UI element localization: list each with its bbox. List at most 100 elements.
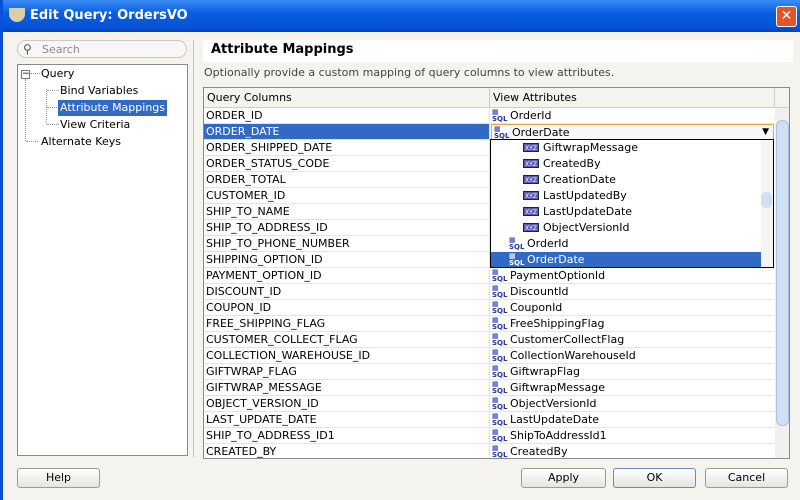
dropdown-option-label: CreatedBy (543, 157, 601, 170)
query-column-cell[interactable]: ORDER_TOTAL (204, 172, 490, 188)
search-placeholder: Search (42, 43, 80, 56)
dropdown-option-label: OrderId (527, 237, 569, 250)
search-icon: ⚲ (23, 42, 32, 56)
query-column-cell[interactable]: FREE_SHIPPING_FLAG (204, 316, 490, 332)
dropdown-option[interactable]: XYZ GiftwrapMessage (491, 140, 761, 156)
query-column-cell[interactable]: CREATED_BY (204, 444, 490, 458)
splitter[interactable] (193, 40, 194, 457)
dropdown-option[interactable]: XYZ CreatedBy (491, 156, 761, 172)
query-column-cell[interactable]: COUPON_ID (204, 300, 490, 316)
sql-attribute-icon: ▦ SQL (492, 428, 508, 443)
sql-attribute-icon: ▦ SQL (492, 300, 508, 315)
sql-attribute-icon: ▦ SQL (492, 380, 508, 395)
view-attribute-cell[interactable]: ▦ SQL ObjectVersionId (490, 396, 774, 412)
view-attribute-cell[interactable]: ▦ SQL CouponId (490, 300, 774, 316)
table-row[interactable]: GIFTWRAP_FLAG ▦ SQL GiftwrapFlag (204, 364, 774, 380)
apply-button[interactable]: Apply (521, 468, 606, 488)
scrollbar-thumb[interactable] (776, 120, 789, 426)
view-attribute-cell[interactable]: ▦ SQL CreatedBy (490, 444, 774, 459)
view-attribute-cell[interactable]: ▦ SQL ShipToAddressId1 (490, 428, 774, 444)
table-row[interactable]: CUSTOMER_COLLECT_FLAG ▦ SQL CustomerCollect… (204, 332, 774, 348)
query-column-cell[interactable]: SHIP_TO_ADDRESS_ID1 (204, 428, 490, 444)
panel-title: Attribute Mappings (203, 40, 793, 62)
view-attribute-label: CustomerCollectFlag (510, 333, 625, 346)
dropdown-option[interactable]: XYZ ObjectVersionId (491, 220, 761, 236)
query-column-cell[interactable]: SHIP_TO_NAME (204, 204, 490, 220)
table-scrollbar[interactable] (775, 108, 789, 458)
help-button[interactable]: Help (17, 468, 100, 488)
query-column-cell[interactable]: GIFTWRAP_FLAG (204, 364, 490, 380)
attribute-xyz-icon: XYZ (523, 175, 539, 184)
tree-item-bind-variables[interactable]: Bind Variables (58, 83, 140, 99)
view-attribute-label: DiscountId (510, 285, 569, 298)
table-row[interactable]: OBJECT_VERSION_ID ▦ SQL ObjectVersionId (204, 396, 774, 412)
table-row[interactable]: ORDER_ID ▦ SQL OrderId (204, 108, 774, 124)
title-bar: Edit Query: OrdersVO ✕ (3, 0, 800, 32)
tree-item-alternate-keys[interactable]: Alternate Keys (39, 134, 123, 150)
view-attribute-cell[interactable]: ▦ SQL OrderId (490, 108, 774, 124)
ok-button[interactable]: OK (613, 468, 696, 488)
query-column-cell[interactable]: ORDER_STATUS_CODE (204, 156, 490, 172)
dropdown-option[interactable]: XYZ CreationDate (491, 172, 761, 188)
tree-item-attribute-mappings[interactable]: Attribute Mappings (58, 100, 168, 116)
view-attribute-label: ObjectVersionId (510, 397, 597, 410)
dropdown-option[interactable]: ▦ SQL OrderDate (491, 252, 761, 267)
attribute-xyz-icon: XYZ (523, 143, 539, 152)
app-cup-icon (9, 8, 25, 22)
sql-attribute-icon: ▦ SQL (509, 252, 525, 267)
table-row[interactable]: COLLECTION_WAREHOUSE_ID ▦ SQL CollectionWar… (204, 348, 774, 364)
column-header-view-attributes[interactable]: View Attributes (490, 88, 775, 108)
query-column-cell[interactable]: ORDER_SHIPPED_DATE (204, 140, 490, 156)
query-column-cell[interactable]: COLLECTION_WAREHOUSE_ID (204, 348, 490, 364)
query-column-cell[interactable]: CUSTOMER_ID (204, 188, 490, 204)
close-button[interactable]: ✕ (776, 6, 797, 27)
dropdown-option[interactable]: XYZ LastUpdatedBy (491, 188, 761, 204)
view-attribute-cell[interactable]: ▦ SQL FreeShippingFlag (490, 316, 774, 332)
table-row[interactable]: COUPON_ID ▦ SQL CouponId (204, 300, 774, 316)
sql-attribute-icon: ▦ SQL (509, 236, 525, 251)
query-column-cell[interactable]: ORDER_ID (204, 108, 490, 124)
tree-item-query[interactable]: Query (39, 66, 76, 82)
query-column-cell[interactable]: PAYMENT_OPTION_ID (204, 268, 490, 284)
query-column-cell[interactable]: SHIPPING_OPTION_ID (204, 252, 490, 268)
column-header-query-columns[interactable]: Query Columns (204, 88, 490, 108)
dropdown-option[interactable]: XYZ LastUpdateDate (491, 204, 761, 220)
dropdown-arrow-icon[interactable]: ▼ (762, 125, 769, 140)
query-column-cell[interactable]: OBJECT_VERSION_ID (204, 396, 490, 412)
table-row[interactable]: PAYMENT_OPTION_ID ▦ SQL PaymentOptionId (204, 268, 774, 284)
query-column-cell[interactable]: ORDER_DATE (204, 124, 490, 140)
table-row[interactable]: CREATED_BY ▦ SQL CreatedBy (204, 444, 774, 459)
query-column-cell[interactable]: SHIP_TO_PHONE_NUMBER (204, 236, 490, 252)
query-column-cell[interactable]: SHIP_TO_ADDRESS_ID (204, 220, 490, 236)
view-attribute-cell[interactable]: ▦ SQL CustomerCollectFlag (490, 332, 774, 348)
dropdown-scrollbar[interactable] (761, 140, 773, 267)
table-row[interactable]: FREE_SHIPPING_FLAG ▦ SQL FreeShippingFlag (204, 316, 774, 332)
query-column-cell[interactable]: GIFTWRAP_MESSAGE (204, 380, 490, 396)
search-input[interactable]: ⚲ Search (17, 40, 187, 58)
query-column-cell[interactable]: CUSTOMER_COLLECT_FLAG (204, 332, 490, 348)
view-attribute-cell[interactable]: ▦ SQL PaymentOptionId (490, 268, 774, 284)
table-row[interactable]: DISCOUNT_ID ▦ SQL DiscountId (204, 284, 774, 300)
table-row[interactable]: ORDER_DATE ▦ SQL OrderDate ▼ (204, 124, 774, 140)
query-column-cell[interactable]: DISCOUNT_ID (204, 284, 490, 300)
collapse-icon[interactable]: − (21, 70, 30, 79)
table-row[interactable]: SHIP_TO_ADDRESS_ID1 ▦ SQL ShipToAddressId1 (204, 428, 774, 444)
cancel-button[interactable]: Cancel (705, 468, 788, 488)
view-attribute-cell[interactable]: ▦ SQL GiftwrapMessage (490, 380, 774, 396)
dropdown-option-label: LastUpdatedBy (543, 189, 627, 202)
view-attribute-combo[interactable]: ▦ SQL OrderDate ▼ (491, 124, 774, 140)
attribute-xyz-icon: XYZ (523, 223, 539, 232)
dropdown-option[interactable]: ▦ SQL OrderId (491, 236, 761, 252)
view-attribute-cell[interactable]: ▦ SQL CollectionWarehouseId (490, 348, 774, 364)
table-row[interactable]: GIFTWRAP_MESSAGE ▦ SQL GiftwrapMessage (204, 380, 774, 396)
view-attribute-cell[interactable]: ▦ SQL DiscountId (490, 284, 774, 300)
view-attribute-cell[interactable]: ▦ SQL LastUpdateDate (490, 412, 774, 428)
dropdown-option-label: GiftwrapMessage (543, 141, 639, 154)
view-attribute-label: CouponId (510, 301, 563, 314)
sql-attribute-icon: ▦ SQL (492, 316, 508, 331)
attribute-xyz-icon: XYZ (523, 191, 539, 200)
view-attribute-cell[interactable]: ▦ SQL GiftwrapFlag (490, 364, 774, 380)
tree-item-view-criteria[interactable]: View Criteria (58, 117, 132, 133)
query-column-cell[interactable]: LAST_UPDATE_DATE (204, 412, 490, 428)
table-row[interactable]: LAST_UPDATE_DATE ▦ SQL LastUpdateDate (204, 412, 774, 428)
